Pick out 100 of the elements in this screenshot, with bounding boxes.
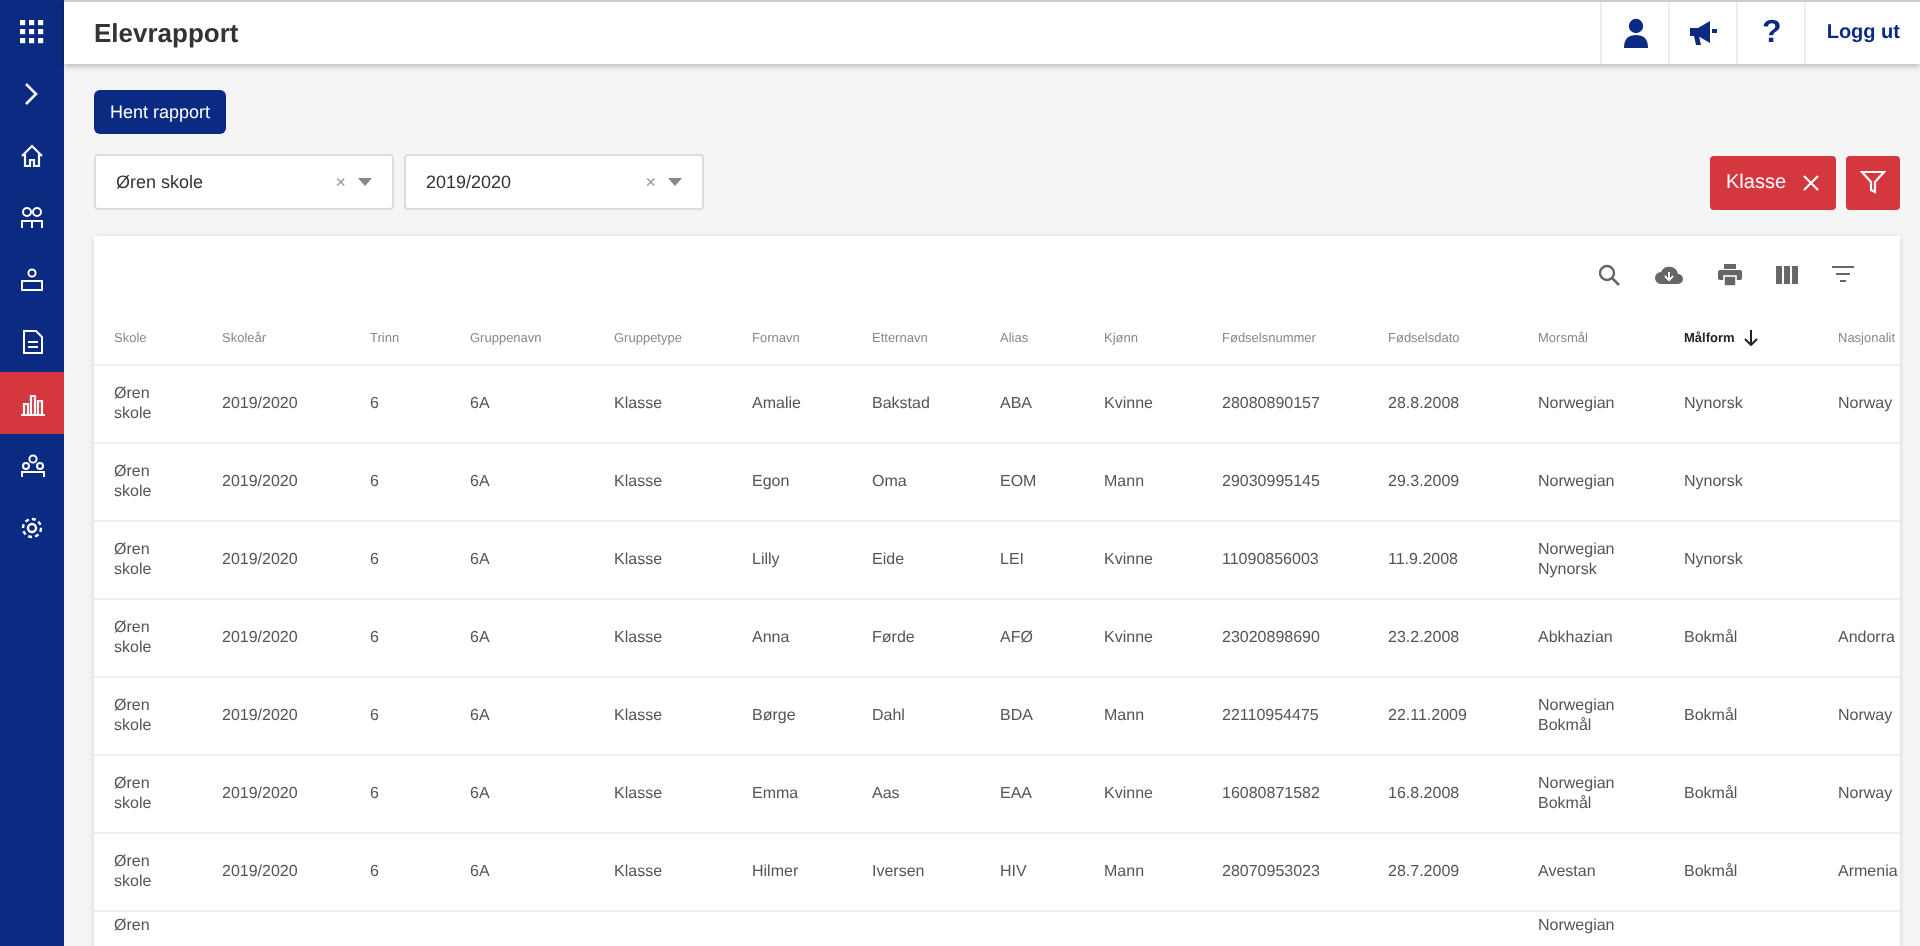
table-cell: ABA: [1000, 393, 1033, 412]
table-cell: Kvinne: [1104, 549, 1153, 568]
table-cell: 2019/2020: [222, 627, 298, 646]
table-cell: Hilmer: [752, 861, 799, 880]
table-cell: 22110954475: [1222, 705, 1319, 724]
table-cell: Amalie: [752, 393, 801, 412]
user-button[interactable]: [1600, 2, 1669, 64]
table-cell: Nynorsk: [1684, 549, 1743, 568]
table-cell: LEI: [1000, 549, 1025, 568]
table-cell: 2019/2020: [222, 861, 298, 880]
table-cell: Norwegian: [1538, 393, 1615, 412]
table-cell: Avestan: [1538, 861, 1596, 880]
table-cell: 2019/2020: [222, 549, 298, 568]
people-group-icon: [19, 453, 45, 477]
table-cell: Klasse: [614, 471, 663, 490]
table-cell: Klasse: [614, 627, 663, 646]
table-cell: Øren skole: [114, 461, 152, 500]
table-cell: 6A: [470, 471, 490, 490]
table-cell: AFØ: [1000, 627, 1033, 646]
table-cell: EOM: [1000, 471, 1037, 490]
table-cell: 6: [370, 393, 379, 412]
table-cell: Norway: [1838, 783, 1893, 802]
filter-lines-icon[interactable]: [1832, 266, 1854, 282]
table-cell: Abkhazian: [1538, 627, 1613, 646]
table-cell: Norwegian: [1538, 471, 1615, 490]
dropdown-caret-icon: [668, 178, 682, 186]
table-cell: 6A: [470, 627, 490, 646]
table-cell: Øren skole: [114, 383, 152, 422]
table-cell: 2019/2020: [222, 393, 298, 412]
table-cell: Anna: [752, 627, 790, 646]
table-cell: Øren skole: [114, 851, 152, 890]
person-desk-icon: [20, 267, 44, 291]
table-cell: 23020898690: [1222, 627, 1320, 646]
table-cell: Armenia: [1838, 861, 1898, 880]
table-cell: Norwegian Bokmål: [1538, 695, 1615, 734]
page-title: Elevrapport: [94, 18, 241, 48]
filter-chip[interactable]: Klasse: [1709, 155, 1836, 209]
funnel-icon: [1860, 170, 1886, 194]
document-icon: [21, 329, 43, 353]
table-cell: Klasse: [614, 393, 663, 412]
table-cell: Kvinne: [1104, 627, 1153, 646]
help-button[interactable]: ?: [1736, 2, 1805, 64]
table-cell: Øren skole: [114, 617, 152, 656]
table-cell: 28080890157: [1222, 393, 1320, 412]
table-cell: 6: [370, 705, 379, 724]
table-cell: Børge: [752, 705, 796, 724]
cloud-download-icon[interactable]: [1654, 264, 1684, 284]
table-cell: Dahl: [872, 705, 905, 724]
person-icon: [1621, 18, 1650, 48]
clear-icon[interactable]: ×: [645, 172, 656, 192]
table-cell: 11090856003: [1222, 549, 1319, 568]
table-cell: Norway: [1838, 705, 1893, 724]
apps-icon: [20, 19, 44, 43]
table-cell: Klasse: [614, 705, 663, 724]
bar-chart-icon: [19, 391, 45, 415]
table-cell: Bakstad: [872, 393, 930, 412]
table-cell: Iversen: [872, 861, 925, 880]
select-field[interactable]: Øren skole ×: [94, 154, 394, 210]
table-cell: 22.11.2009: [1388, 705, 1467, 724]
table-cell: 6A: [470, 705, 490, 724]
home-icon: [20, 143, 44, 167]
table-cell: Norway: [1838, 393, 1893, 412]
table-cell: 6A: [470, 861, 490, 880]
table-cell: 23.2.2008: [1388, 627, 1460, 646]
filter-button[interactable]: [1846, 155, 1900, 209]
columns-icon[interactable]: [1776, 265, 1798, 283]
table-cell: HIV: [1000, 861, 1027, 880]
search-icon[interactable]: [1598, 263, 1620, 285]
table-cell: 29030995145: [1222, 471, 1320, 490]
table-cell: 2019/2020: [222, 705, 298, 724]
table-cell: 6A: [470, 393, 490, 412]
print-icon[interactable]: [1718, 263, 1742, 285]
settings-icon: [20, 515, 44, 539]
table-cell: 6: [370, 627, 379, 646]
logout-button[interactable]: Logg ut: [1804, 2, 1920, 64]
table-cell: Aas: [872, 783, 900, 802]
table-cell: Mann: [1104, 471, 1145, 490]
table-cell: 6A: [470, 783, 490, 802]
table-cell: 16080871582: [1222, 783, 1320, 802]
dropdown-caret-icon: [358, 178, 372, 186]
clear-icon[interactable]: ×: [335, 172, 346, 192]
table-cell: Bokmål: [1684, 783, 1738, 802]
table-cell: Førde: [872, 627, 915, 646]
table-cell: Nynorsk: [1684, 393, 1743, 412]
sort-arrow-icon[interactable]: [1744, 330, 1759, 346]
people-icon: [20, 205, 44, 229]
table-cell: Øren: [114, 916, 150, 934]
table-cell: Mann: [1104, 861, 1145, 880]
select-field[interactable]: 2019/2020 ×: [404, 154, 704, 210]
table-cell: 6: [370, 783, 379, 802]
table-cell: 6: [370, 861, 379, 880]
table-cell: Kvinne: [1104, 393, 1153, 412]
announcements-button[interactable]: [1668, 2, 1737, 64]
fetch-report-button[interactable]: Hent rapport: [94, 90, 227, 134]
table-cell: Eide: [872, 549, 905, 568]
table-cell: Egon: [752, 471, 790, 490]
close-icon: [1802, 173, 1820, 191]
table-cell: 16.8.2008: [1388, 783, 1460, 802]
table-cell: 29.3.2009: [1388, 471, 1460, 490]
table-cell: Nynorsk: [1684, 471, 1743, 490]
